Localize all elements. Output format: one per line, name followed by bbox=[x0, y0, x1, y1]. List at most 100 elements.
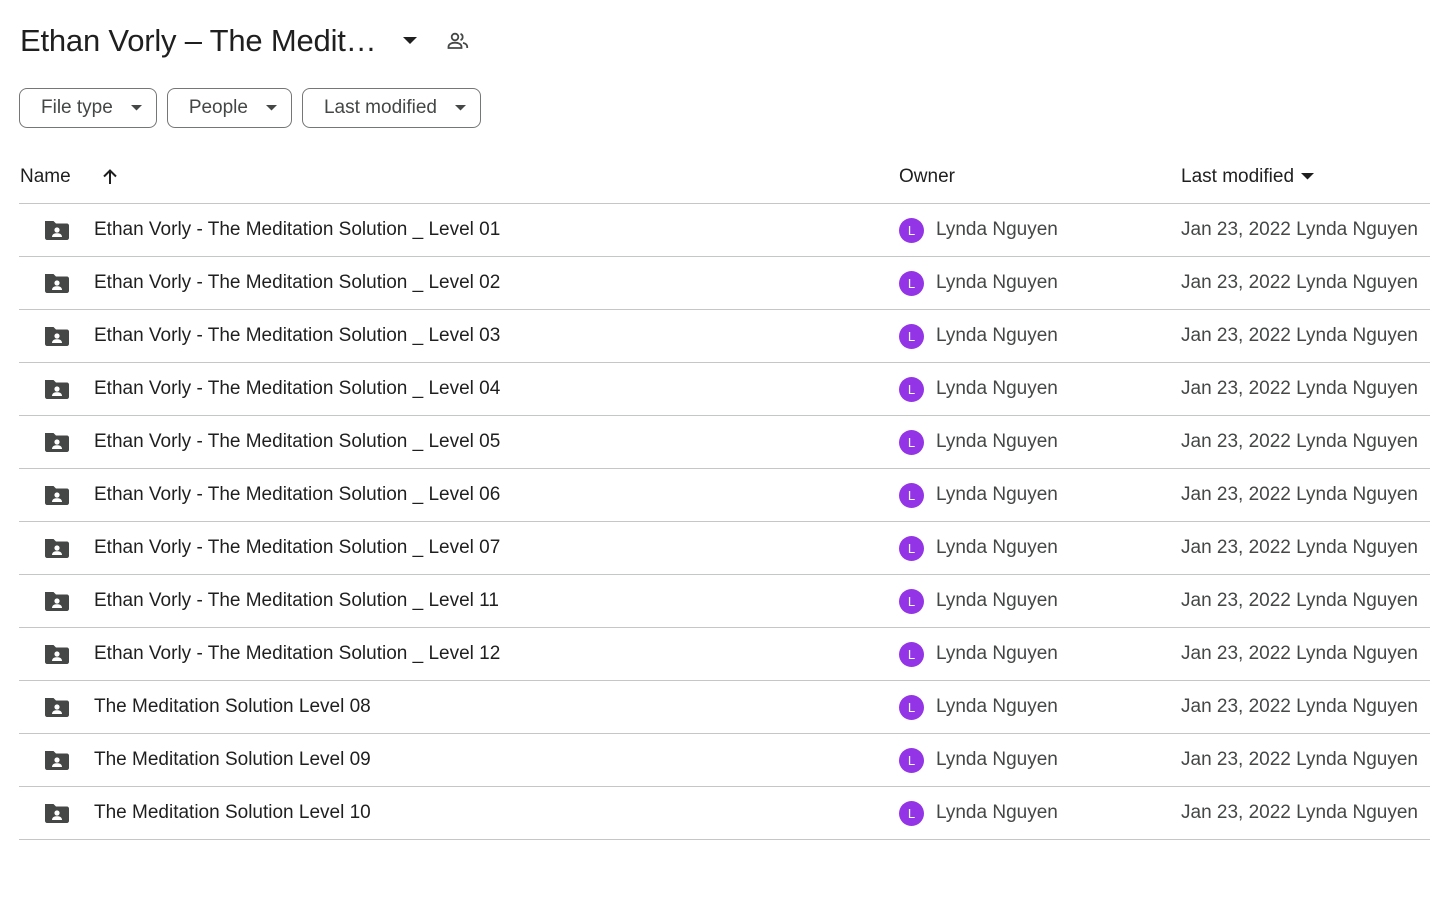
arrow-drop-down-icon bbox=[265, 105, 277, 111]
arrow-drop-down-icon bbox=[1301, 173, 1315, 180]
owner-cell: L Lynda Nguyen bbox=[899, 204, 1058, 256]
chip-label: People bbox=[188, 97, 248, 118]
table-row[interactable]: Ethan Vorly - The Meditation Solution _ … bbox=[19, 416, 1430, 469]
owner-column-header[interactable]: Owner bbox=[899, 150, 955, 203]
table-row[interactable]: The Meditation Solution Level 08 L Lynda… bbox=[19, 681, 1430, 734]
table-row[interactable]: Ethan Vorly - The Meditation Solution _ … bbox=[19, 628, 1430, 681]
avatar[interactable]: L bbox=[899, 217, 924, 243]
shared-folder-icon bbox=[43, 310, 71, 362]
owner-cell: L Lynda Nguyen bbox=[899, 787, 1058, 839]
owner-name: Lynda Nguyen bbox=[936, 749, 1058, 770]
table-row[interactable]: Ethan Vorly - The Meditation Solution _ … bbox=[19, 257, 1430, 310]
owner-header-label: Owner bbox=[899, 165, 955, 187]
last-modified-value: Jan 23, 2022 Lynda Nguyen bbox=[1181, 378, 1418, 399]
owner-name: Lynda Nguyen bbox=[936, 537, 1058, 558]
name-column-header[interactable]: Name bbox=[20, 150, 119, 203]
table-row[interactable]: Ethan Vorly - The Meditation Solution _ … bbox=[19, 575, 1430, 628]
avatar[interactable]: L bbox=[899, 641, 924, 667]
folder-title[interactable]: Ethan Vorly – The Medit… bbox=[20, 23, 377, 59]
owner-cell: L Lynda Nguyen bbox=[899, 416, 1058, 468]
table-header: Name Owner Last modified bbox=[19, 150, 1430, 204]
owner-name: Lynda Nguyen bbox=[936, 431, 1058, 452]
chip-label: File type bbox=[41, 97, 113, 118]
owner-name: Lynda Nguyen bbox=[936, 590, 1058, 611]
last-modified-value: Jan 23, 2022 Lynda Nguyen bbox=[1181, 484, 1418, 505]
file-name[interactable]: The Meditation Solution Level 08 bbox=[94, 681, 371, 733]
owner-cell: L Lynda Nguyen bbox=[899, 257, 1058, 309]
owner-cell: L Lynda Nguyen bbox=[899, 681, 1058, 733]
shared-folder-icon bbox=[43, 734, 71, 786]
avatar[interactable]: L bbox=[899, 482, 924, 508]
shared-folder-icon bbox=[43, 363, 71, 415]
owner-cell: L Lynda Nguyen bbox=[899, 469, 1058, 521]
last-modified-value: Jan 23, 2022 Lynda Nguyen bbox=[1181, 643, 1418, 664]
last-modified-value: Jan 23, 2022 Lynda Nguyen bbox=[1181, 219, 1418, 240]
avatar[interactable]: L bbox=[899, 323, 924, 349]
table-row[interactable]: Ethan Vorly - The Meditation Solution _ … bbox=[19, 469, 1430, 522]
last-modified-header-label: Last modified bbox=[1181, 165, 1295, 187]
last-modified-value: Jan 23, 2022 Lynda Nguyen bbox=[1181, 590, 1418, 611]
table-row[interactable]: Ethan Vorly - The Meditation Solution _ … bbox=[19, 363, 1430, 416]
last-modified-value: Jan 23, 2022 Lynda Nguyen bbox=[1181, 431, 1418, 452]
table-row[interactable]: The Meditation Solution Level 09 L Lynda… bbox=[19, 734, 1430, 787]
name-header-label: Name bbox=[20, 165, 71, 187]
file-type-filter-chip[interactable]: File type bbox=[19, 88, 157, 128]
avatar[interactable]: L bbox=[899, 800, 924, 826]
shared-folder-icon bbox=[43, 257, 71, 309]
last-modified-value: Jan 23, 2022 Lynda Nguyen bbox=[1181, 696, 1418, 717]
shared-folder-icon bbox=[43, 204, 71, 256]
owner-name: Lynda Nguyen bbox=[936, 378, 1058, 399]
table-body: Ethan Vorly - The Meditation Solution _ … bbox=[19, 204, 1430, 840]
avatar[interactable]: L bbox=[899, 270, 924, 296]
owner-name: Lynda Nguyen bbox=[936, 325, 1058, 346]
last-modified-value: Jan 23, 2022 Lynda Nguyen bbox=[1181, 749, 1418, 770]
arrow-drop-down-icon[interactable] bbox=[396, 27, 424, 55]
file-name[interactable]: Ethan Vorly - The Meditation Solution _ … bbox=[94, 204, 500, 256]
owner-cell: L Lynda Nguyen bbox=[899, 363, 1058, 415]
owner-cell: L Lynda Nguyen bbox=[899, 734, 1058, 786]
avatar[interactable]: L bbox=[899, 588, 924, 614]
avatar[interactable]: L bbox=[899, 429, 924, 455]
file-name[interactable]: Ethan Vorly - The Meditation Solution _ … bbox=[94, 416, 500, 468]
shared-folder-icon bbox=[43, 787, 71, 839]
owner-cell: L Lynda Nguyen bbox=[899, 575, 1058, 627]
people-filter-chip[interactable]: People bbox=[166, 88, 292, 128]
avatar[interactable]: L bbox=[899, 747, 924, 773]
last-modified-value: Jan 23, 2022 Lynda Nguyen bbox=[1181, 537, 1418, 558]
file-name[interactable]: The Meditation Solution Level 09 bbox=[94, 734, 371, 786]
table-row[interactable]: Ethan Vorly - The Meditation Solution _ … bbox=[19, 310, 1430, 363]
avatar[interactable]: L bbox=[899, 376, 924, 402]
owner-name: Lynda Nguyen bbox=[936, 696, 1058, 717]
last-modified-filter-chip[interactable]: Last modified bbox=[301, 88, 481, 128]
file-name[interactable]: Ethan Vorly - The Meditation Solution _ … bbox=[94, 257, 500, 309]
filter-bar: File type People Last modified bbox=[19, 88, 481, 128]
file-name[interactable]: Ethan Vorly - The Meditation Solution _ … bbox=[94, 575, 499, 627]
shared-folder-icon bbox=[43, 575, 71, 627]
shared-folder-icon bbox=[43, 522, 71, 574]
table-row[interactable]: The Meditation Solution Level 10 L Lynda… bbox=[19, 787, 1430, 840]
folder-header: Ethan Vorly – The Medit… bbox=[20, 18, 472, 64]
file-name[interactable]: The Meditation Solution Level 10 bbox=[94, 787, 371, 839]
table-row[interactable]: Ethan Vorly - The Meditation Solution _ … bbox=[19, 522, 1430, 575]
file-name[interactable]: Ethan Vorly - The Meditation Solution _ … bbox=[94, 522, 500, 574]
owner-name: Lynda Nguyen bbox=[936, 643, 1058, 664]
last-modified-value: Jan 23, 2022 Lynda Nguyen bbox=[1181, 272, 1418, 293]
owner-cell: L Lynda Nguyen bbox=[899, 628, 1058, 680]
arrow-upward-icon[interactable] bbox=[101, 168, 119, 186]
last-modified-value: Jan 23, 2022 Lynda Nguyen bbox=[1181, 325, 1418, 346]
shared-folder-icon bbox=[43, 416, 71, 468]
last-modified-value: Jan 23, 2022 Lynda Nguyen bbox=[1181, 802, 1418, 823]
avatar[interactable]: L bbox=[899, 535, 924, 561]
file-name[interactable]: Ethan Vorly - The Meditation Solution _ … bbox=[94, 363, 500, 415]
table-row[interactable]: Ethan Vorly - The Meditation Solution _ … bbox=[19, 204, 1430, 257]
owner-cell: L Lynda Nguyen bbox=[899, 522, 1058, 574]
file-name[interactable]: Ethan Vorly - The Meditation Solution _ … bbox=[94, 628, 500, 680]
people-icon[interactable] bbox=[444, 27, 472, 55]
avatar[interactable]: L bbox=[899, 694, 924, 720]
file-name[interactable]: Ethan Vorly - The Meditation Solution _ … bbox=[94, 310, 500, 362]
arrow-drop-down-icon bbox=[130, 105, 142, 111]
owner-name: Lynda Nguyen bbox=[936, 219, 1058, 240]
last-modified-column-header[interactable]: Last modified bbox=[1181, 150, 1315, 203]
chip-label: Last modified bbox=[323, 97, 437, 118]
file-name[interactable]: Ethan Vorly - The Meditation Solution _ … bbox=[94, 469, 500, 521]
